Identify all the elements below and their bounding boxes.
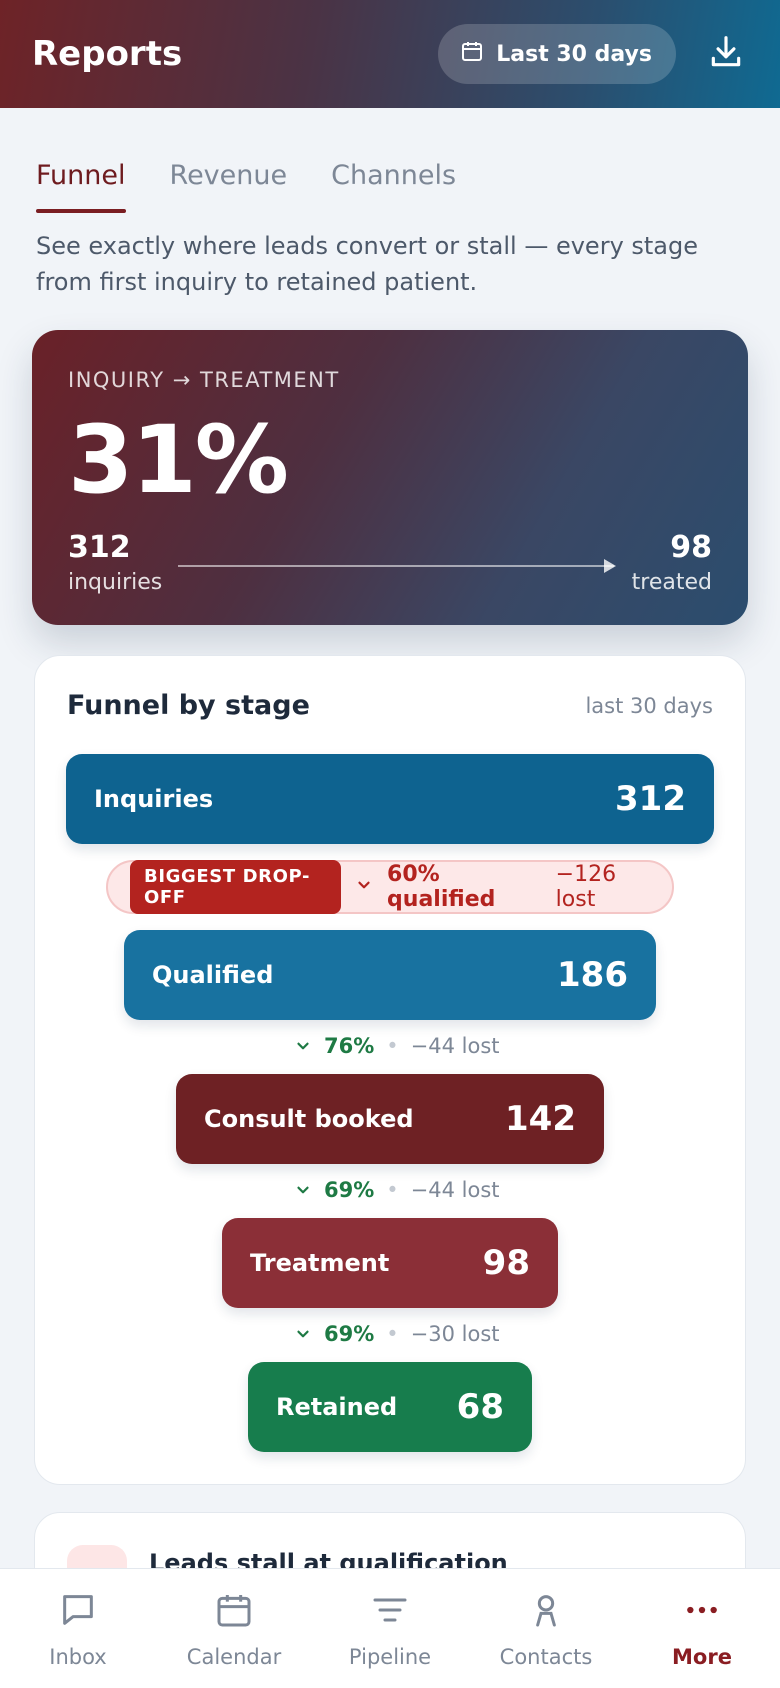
chevron-down-icon xyxy=(294,1181,312,1199)
nav-label: Pipeline xyxy=(348,1645,432,1669)
stage-consult-booked[interactable]: Consult booked 142 xyxy=(176,1074,604,1164)
date-range-button[interactable]: Last 30 days xyxy=(438,24,676,84)
biggest-dropoff-callout: BIGGEST DROP-OFF 60% qualified −126 lost xyxy=(106,860,674,914)
conversion-pct: 76% xyxy=(324,1034,375,1058)
stage-retained[interactable]: Retained 68 xyxy=(248,1362,532,1452)
hero-end-value: 98 xyxy=(670,530,712,565)
stage-conversion: 69% • −30 lost xyxy=(294,1322,500,1346)
stage-label: Qualified xyxy=(152,961,274,989)
stage-label: Retained xyxy=(276,1393,398,1421)
funnel-title: Funnel by stage xyxy=(67,690,310,721)
nav-item-inbox[interactable]: Inbox xyxy=(0,1569,156,1688)
conversion-lost: −44 lost xyxy=(410,1178,500,1202)
inbox-icon xyxy=(55,1587,101,1633)
page-title: Reports xyxy=(32,34,183,74)
date-range-label: Last 30 days xyxy=(496,41,652,67)
app-header: Reports Last 30 days xyxy=(0,0,780,108)
chevron-down-icon xyxy=(294,1037,312,1055)
hero-end: 98 treated xyxy=(632,531,712,595)
nav-label: Inbox xyxy=(49,1645,107,1669)
stage-value: 312 xyxy=(615,779,686,819)
hero-label: INQUIRY → TREATMENT xyxy=(68,368,340,392)
stage-value: 68 xyxy=(456,1387,504,1427)
separator-dot: • xyxy=(386,1322,399,1346)
hero-start-value: 312 xyxy=(68,530,131,565)
funnel-meta: last 30 days xyxy=(585,693,713,718)
chevron-down-icon xyxy=(355,876,373,898)
tab-channels[interactable]: Channels xyxy=(331,160,456,213)
arrow-icon xyxy=(178,559,617,573)
tab-revenue[interactable]: Revenue xyxy=(170,160,288,213)
funnel-card-header: Funnel by stage last 30 days xyxy=(67,690,713,721)
stage-conversion: 69% • −44 lost xyxy=(294,1178,500,1202)
stage-value: 142 xyxy=(505,1099,576,1139)
download-button[interactable] xyxy=(704,32,748,76)
nav-item-pipeline[interactable]: Pipeline xyxy=(312,1569,468,1688)
nav-item-more[interactable]: More xyxy=(624,1569,780,1688)
separator-dot: • xyxy=(386,1178,399,1202)
conversion-lost: −44 lost xyxy=(410,1034,500,1058)
nav-item-calendar[interactable]: Calendar xyxy=(156,1569,312,1688)
report-tabs: Funnel Revenue Channels xyxy=(36,160,456,213)
tab-funnel[interactable]: Funnel xyxy=(36,160,126,213)
stage-treatment[interactable]: Treatment 98 xyxy=(222,1218,558,1308)
separator-dot: • xyxy=(386,1034,399,1058)
conversion-pct: 69% xyxy=(324,1178,375,1202)
stage-inquiries[interactable]: Inquiries 312 xyxy=(66,754,714,844)
hero-flow: 312 inquiries 98 treated xyxy=(68,531,712,595)
bottom-nav: Inbox Calendar Pipeline Contacts More xyxy=(0,1568,780,1688)
nav-label: More xyxy=(672,1645,732,1669)
hero-start-label: inquiries xyxy=(68,570,163,595)
nav-item-contacts[interactable]: Contacts xyxy=(468,1569,624,1688)
stage-label: Consult booked xyxy=(204,1105,414,1133)
stage-qualified[interactable]: Qualified 186 xyxy=(124,930,656,1020)
dropoff-badge: BIGGEST DROP-OFF xyxy=(130,860,342,914)
hero-value: 31% xyxy=(68,406,289,515)
stage-conversion: 76% • −44 lost xyxy=(294,1034,500,1058)
stage-value: 98 xyxy=(482,1243,530,1283)
dropoff-lost: −126 lost xyxy=(555,862,617,912)
hero-end-label: treated xyxy=(631,570,712,595)
stage-label: Treatment xyxy=(250,1249,390,1277)
calendar-icon xyxy=(211,1587,257,1633)
conversion-lost: −30 lost xyxy=(410,1322,500,1346)
conversion-hero-card: INQUIRY → TREATMENT 31% 312 inquiries 98… xyxy=(32,330,748,625)
more-icon xyxy=(679,1587,725,1633)
conversion-pct: 69% xyxy=(324,1322,375,1346)
hero-start: 312 inquiries xyxy=(68,531,162,595)
stage-label: Inquiries xyxy=(94,785,214,813)
download-icon xyxy=(707,33,745,75)
dropoff-pct: 60% qualified xyxy=(387,862,496,912)
stage-value: 186 xyxy=(557,955,628,995)
calendar-icon xyxy=(460,39,484,69)
pipeline-icon xyxy=(367,1587,413,1633)
contacts-icon xyxy=(523,1587,569,1633)
nav-label: Calendar xyxy=(186,1645,282,1669)
chevron-down-icon xyxy=(294,1325,312,1343)
nav-label: Contacts xyxy=(499,1645,593,1669)
intro-text: See exactly where leads convert or stall… xyxy=(36,232,699,296)
